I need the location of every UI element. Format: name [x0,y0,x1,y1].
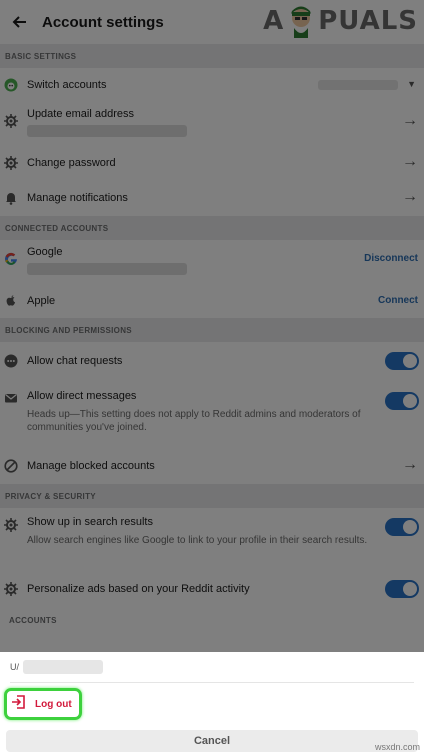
logout-icon [11,694,27,715]
username-blurred [23,660,103,674]
logout-label: Log out [35,698,72,710]
username-prefix: U/ [10,662,19,672]
divider [10,682,414,683]
logout-button[interactable]: Log out [4,688,82,720]
username-row: U/ [10,660,103,674]
site-watermark: wsxdn.com [374,742,420,752]
cancel-button[interactable]: Cancel [6,730,418,752]
account-bottom-sheet: U/ Log out Cancel wsxdn.com [0,652,424,755]
modal-backdrop[interactable] [0,0,424,652]
